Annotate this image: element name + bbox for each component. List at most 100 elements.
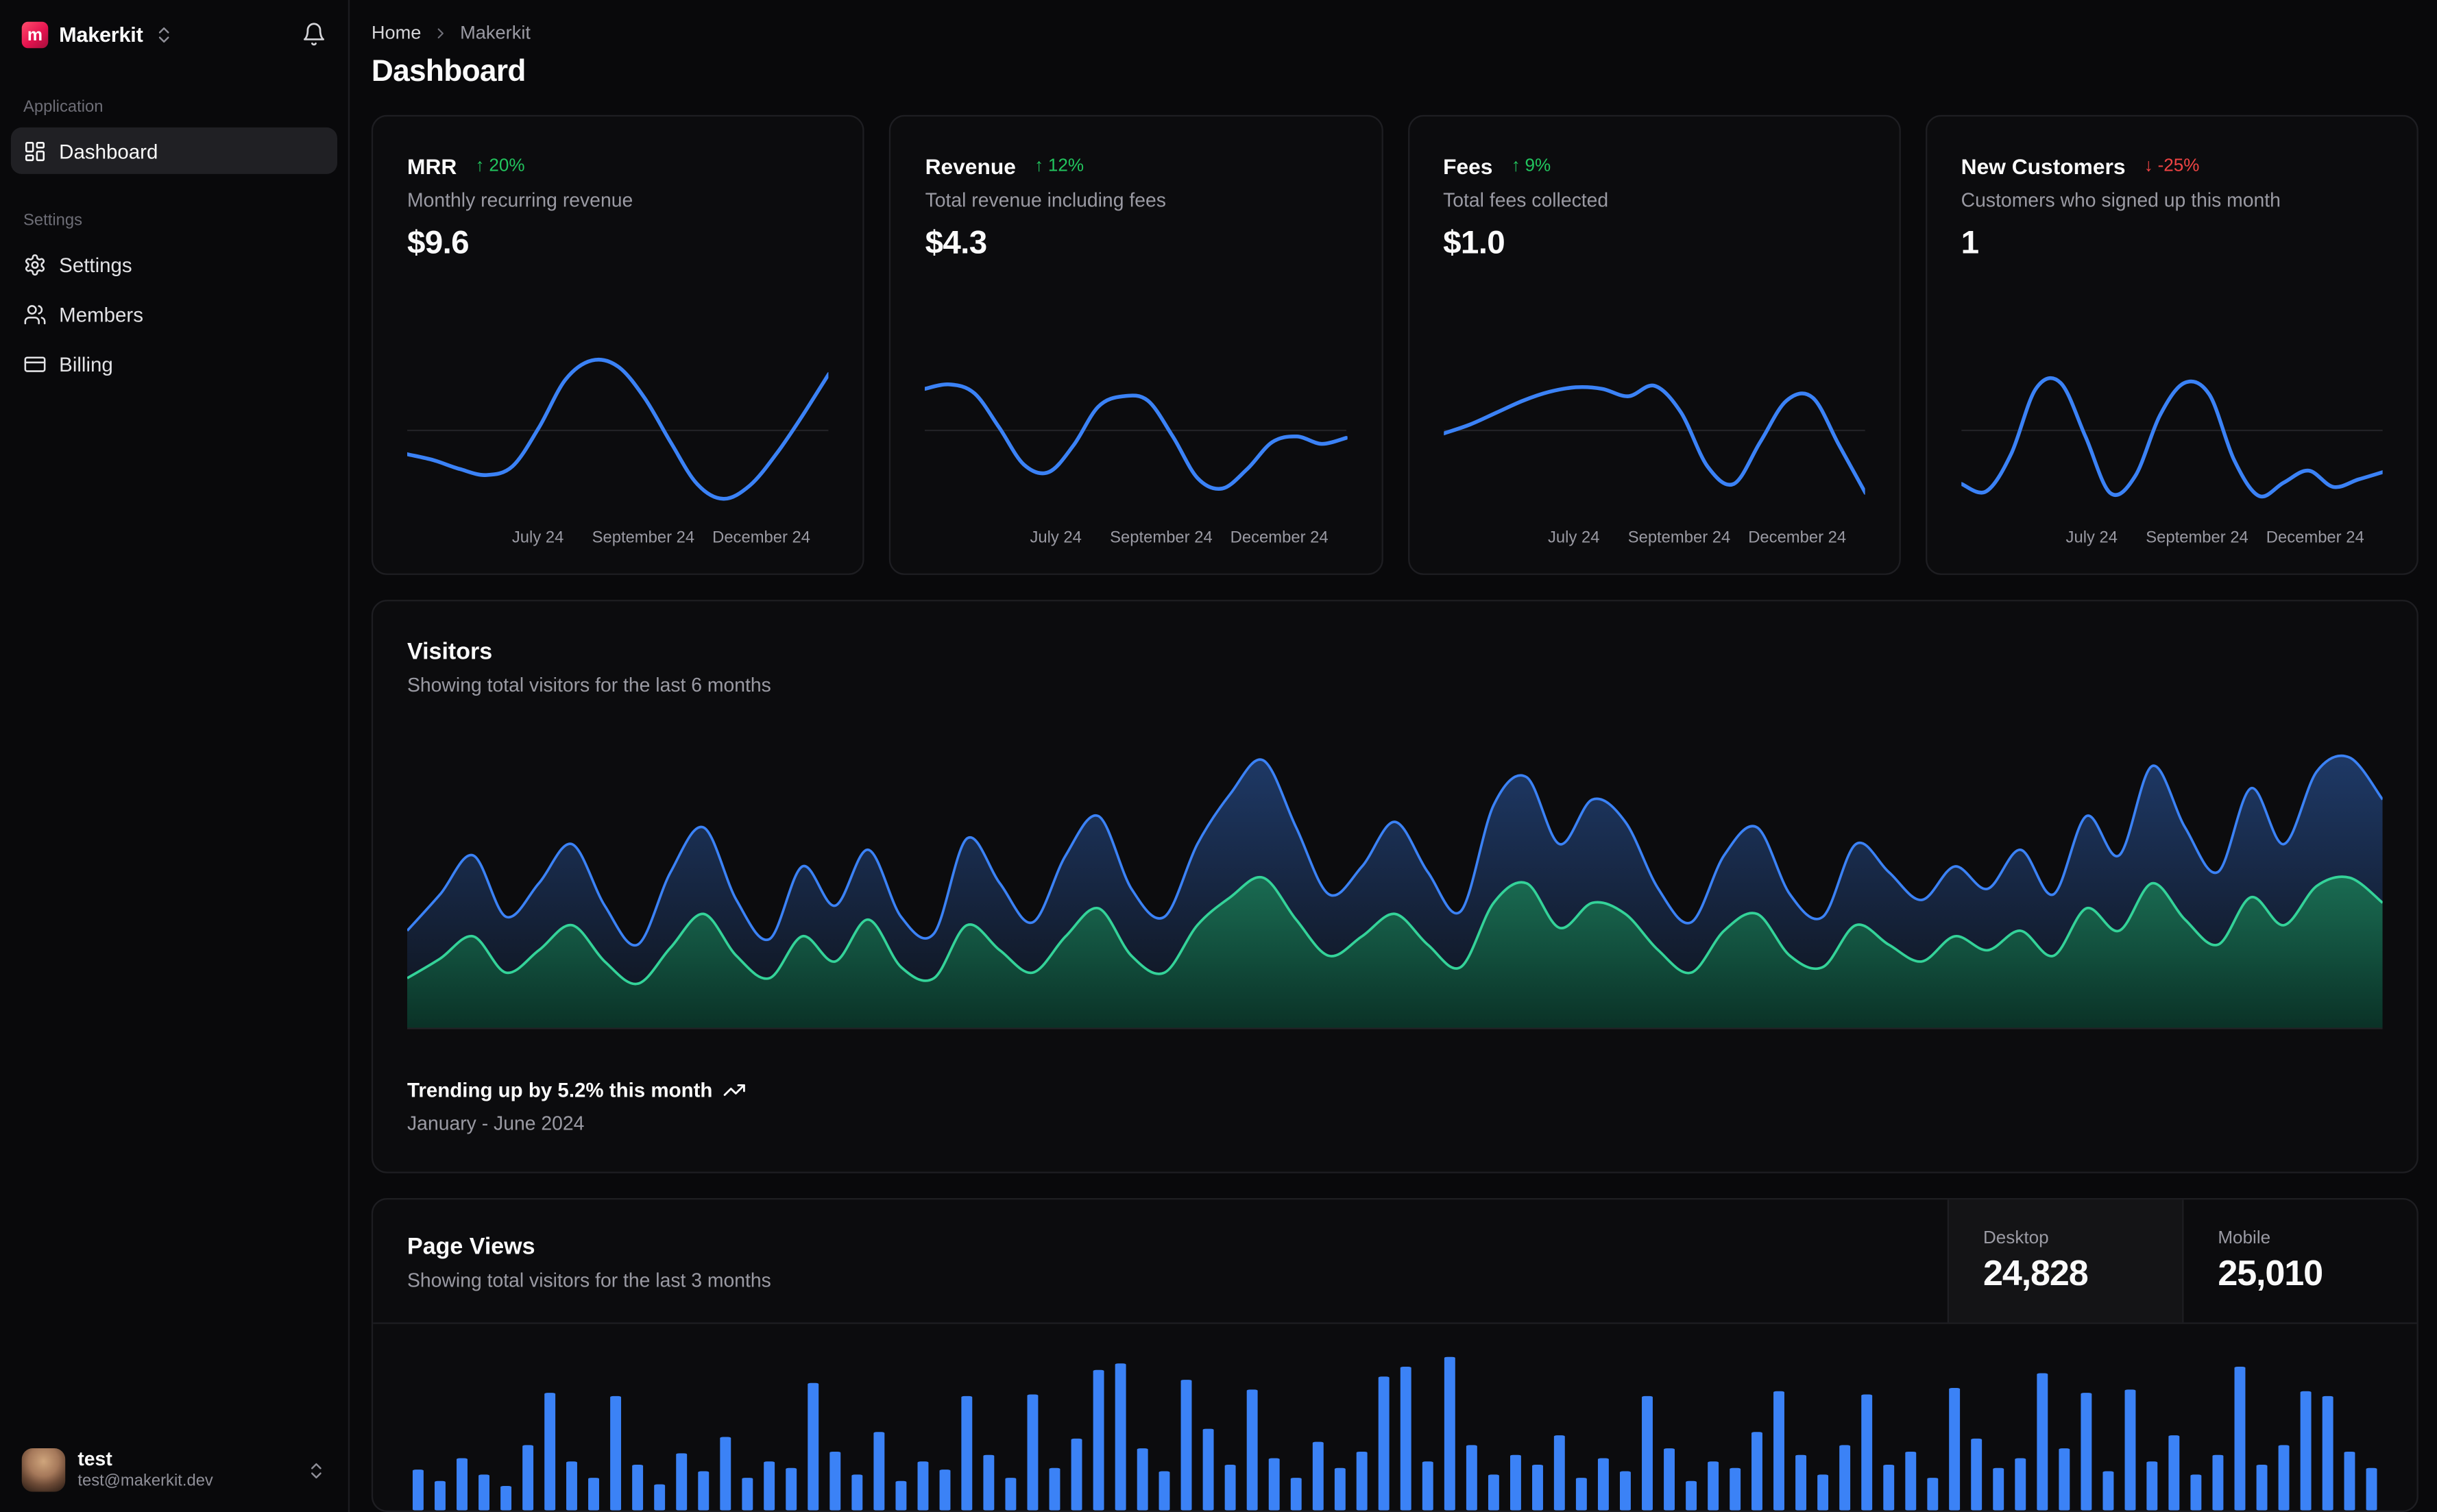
workspace-selector[interactable]: m Makerkit [21,21,174,49]
x-axis-label: September 24 [592,528,695,548]
sidebar-item-members[interactable]: Members [11,291,337,337]
x-axis-label: December 24 [1748,528,1847,548]
x-axis-labels: July 24 September 24 December 24 [925,528,1347,552]
trend-badge: ↓ -25% [2144,157,2200,175]
x-axis-labels: July 24 September 24 December 24 [407,528,829,552]
page-views-header-left: Page Views Showing total visitors for th… [373,1199,1948,1322]
gear-icon [25,253,45,275]
trend-badge: ↑ 20% [476,157,525,175]
mobile-value: 25,010 [2218,1252,2323,1293]
makerkit-logo-icon: m [21,21,49,49]
stat-value: $4.3 [925,225,988,261]
revenue-sparkline-chart [925,382,1347,491]
mrr-sparkline-chart [407,357,829,501]
users-icon [24,304,46,324]
x-axis-label: September 24 [1110,528,1213,548]
stat-value: $9.6 [407,225,470,261]
chevron-right-icon [437,27,444,38]
arrow-down-icon: ↓ [2144,156,2153,176]
main-content: Home Makerkit Dashboard MRR ↑ 20% Monthly… [350,0,2437,1512]
dashboard-grid-icon [25,141,45,160]
x-axis-labels: July 24 September 24 December 24 [1961,528,2383,552]
chevrons-up-down-icon [311,1462,322,1478]
new-customers-sparkline-chart [1961,376,2383,499]
trend-badge: ↑ 12% [1034,157,1084,175]
user-info: test test@makerkit.dev [77,1447,213,1493]
stat-title: Revenue [925,154,1016,179]
stat-subtitle: Customers who signed up this month [1961,189,2281,212]
visitors-trend-text: Trending up by 5.2% this month [407,1078,713,1102]
stat-card-fees: Fees ↑ 9% Total fees collected $1.0 July … [1407,114,1901,575]
sidebar-header: m Makerkit [0,0,348,60]
page-views-bar-chart [412,1356,2377,1511]
bell-icon [302,23,324,46]
stat-subtitle: Total revenue including fees [925,189,1166,212]
workspace-name: Makerkit [59,23,143,47]
visitors-card: Visitors Showing total visitors for the … [371,600,2418,1173]
x-axis-label: December 24 [2266,528,2364,548]
page-views-mobile-toggle[interactable]: Mobile 25,010 [2182,1199,2416,1323]
visitors-subtitle: Showing total visitors for the last 6 mo… [407,674,771,696]
sidebar-item-billing[interactable]: Billing [11,341,337,387]
stat-card-header: Fees ↑ 9% [1443,154,1865,178]
page-views-title: Page Views [407,1234,535,1260]
stat-title: New Customers [1961,154,2126,179]
arrow-up-icon: ↑ [1034,156,1044,176]
stat-card-revenue: Revenue ↑ 12% Total revenue including fee… [889,114,1383,575]
page-views-card: Page Views Showing total visitors for th… [371,1198,2418,1512]
x-axis-label: July 24 [2065,528,2118,548]
fees-sparkline-chart [1443,383,1865,495]
visitors-area-chart [407,754,2383,1029]
sparkline-container: July 24 September 24 December 24 [925,287,1347,551]
page-title: Dashboard [371,54,526,89]
page-views-header: Page Views Showing total visitors for th… [373,1199,2417,1324]
sidebar-nav: Application Dashboard Settings Settings … [0,60,348,390]
sparkline-container: July 24 September 24 December 24 [1961,287,2383,551]
sidebar-item-label: Billing [59,352,113,376]
sidebar-item-settings[interactable]: Settings [11,241,337,287]
x-axis-labels: July 24 September 24 December 24 [1443,528,1865,552]
x-axis-label: July 24 [1548,528,1600,548]
stat-card-mrr: MRR ↑ 20% Monthly recurring revenue $9.6 … [371,114,865,575]
stat-card-header: MRR ↑ 20% [407,154,829,178]
x-axis-label: July 24 [511,528,564,548]
arrow-up-icon: ↑ [475,156,485,176]
page-views-desktop-toggle[interactable]: Desktop 24,828 [1947,1199,2182,1323]
visitors-title: Visitors [407,638,493,666]
stat-card-header: Revenue ↑ 12% [925,154,1347,178]
mobile-label: Mobile [2218,1228,2271,1247]
user-menu[interactable]: test test@makerkit.dev [0,1428,348,1512]
desktop-value: 24,828 [1983,1252,2089,1293]
notifications-button[interactable] [300,22,327,49]
x-axis-label: September 24 [1627,528,1731,548]
trend-value: 12% [1047,156,1084,176]
nav-section-label-application: Application [23,97,104,117]
stat-card-new-customers: New Customers ↓ -25% Customers who signed… [1925,114,2418,575]
sidebar: m Makerkit Application Dashboard Setting… [0,0,350,1512]
stat-subtitle: Monthly recurring revenue [407,189,633,212]
logo-letter: m [27,25,43,45]
x-axis-label: December 24 [1230,528,1329,548]
page-views-subtitle: Showing total visitors for the last 3 mo… [407,1269,771,1292]
sidebar-item-dashboard[interactable]: Dashboard [10,127,337,174]
credit-card-icon [24,356,46,371]
sidebar-item-label: Settings [59,252,132,276]
sparkline-container: July 24 September 24 December 24 [407,287,829,551]
x-axis-label: July 24 [1030,528,1082,548]
visitors-date-range: January - June 2024 [407,1112,585,1135]
sidebar-item-label: Dashboard [59,138,158,162]
trend-value: -25% [2157,156,2200,176]
stat-cards-row: MRR ↑ 20% Monthly recurring revenue $9.6 … [371,114,2418,575]
visitors-footer: Trending up by 5.2% this month January -… [407,1078,2383,1134]
breadcrumb-home-link[interactable]: Home [372,22,422,44]
visitors-trend-line: Trending up by 5.2% this month [407,1078,2383,1101]
sidebar-item-label: Members [59,302,144,326]
trending-up-icon [724,1084,746,1096]
app-root: m Makerkit Application Dashboard Setting… [0,0,2437,1512]
trend-value: 20% [489,156,525,176]
stat-title: Fees [1443,154,1493,179]
breadcrumb-current: Makerkit [460,21,531,44]
user-name: test [77,1448,112,1471]
stat-title: MRR [407,154,457,179]
arrow-up-icon: ↑ [1511,156,1520,176]
